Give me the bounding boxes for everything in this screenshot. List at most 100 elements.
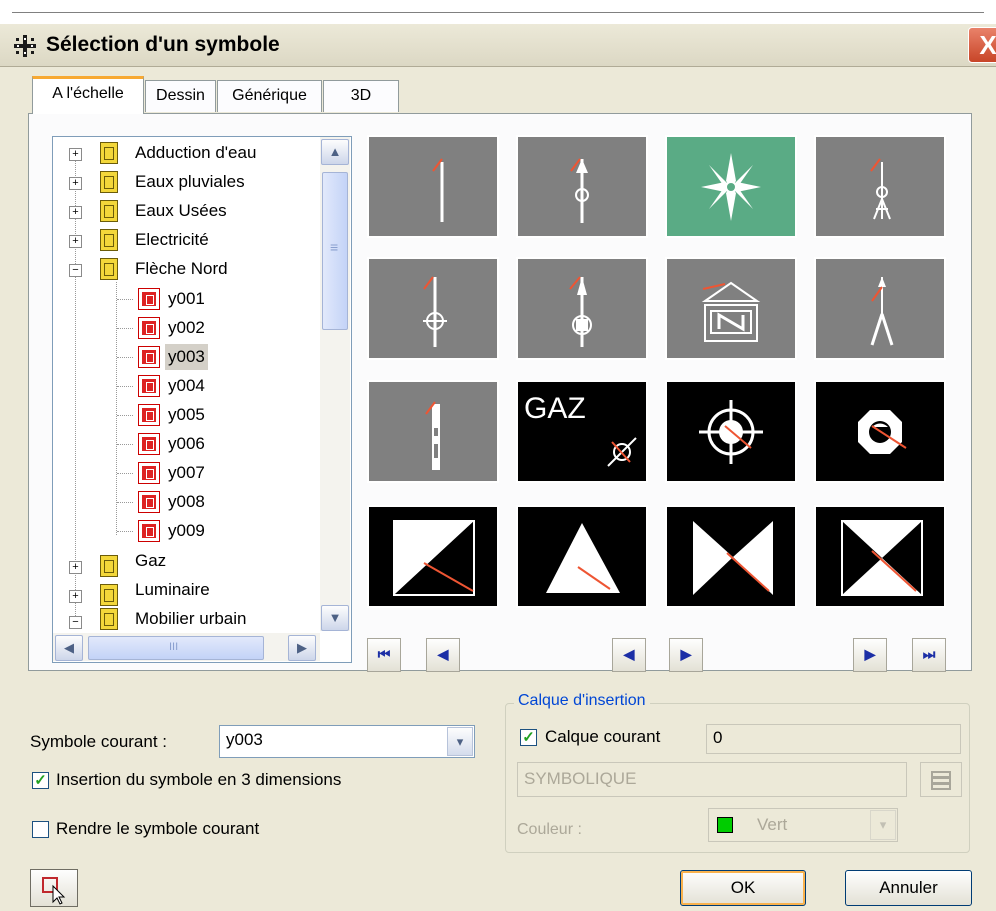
horizontal-scroll-thumb[interactable]: III (88, 636, 264, 660)
tree-node-y004[interactable]: y004 (168, 373, 205, 399)
scroll-down-button[interactable]: ▼ (321, 605, 349, 631)
folder-icon (100, 171, 118, 193)
previous-page-button[interactable]: ◀ (426, 638, 460, 672)
grip-icon: III (169, 641, 179, 653)
symbol-tile[interactable] (814, 505, 946, 608)
folder-icon (100, 142, 118, 164)
tree-node-y006[interactable]: y006 (168, 431, 205, 457)
color-swatch (717, 817, 733, 833)
symbol-tile[interactable] (516, 257, 648, 360)
expand-icon[interactable]: + (69, 177, 82, 190)
layer-name-value: SYMBOLIQUE (524, 769, 637, 788)
tree-connector (117, 415, 133, 416)
tree-node-mobilier-urbain[interactable]: Mobilier urbain (135, 606, 247, 632)
tree-connector (117, 473, 133, 474)
current-symbol-dropdown-button[interactable]: ▾ (447, 727, 473, 756)
expand-icon[interactable]: + (69, 561, 82, 574)
tab-a-l-echelle[interactable]: A l'échelle (32, 76, 144, 114)
tree-node-eaux-usees[interactable]: Eaux Usées (135, 198, 227, 224)
ok-button[interactable]: OK (680, 870, 806, 906)
tree-node-y002[interactable]: y002 (168, 315, 205, 341)
tab-3d[interactable]: 3D (323, 80, 399, 112)
next-page-button[interactable]: ▶ (853, 638, 887, 672)
window-title: Sélection d'un symbole (46, 33, 280, 56)
tree-node-adduction-d-eau[interactable]: Adduction d'eau (135, 140, 256, 166)
tree-node-y005[interactable]: y005 (168, 402, 205, 428)
expand-icon[interactable]: + (69, 148, 82, 161)
last-page-button[interactable]: ⏭ (912, 638, 946, 672)
current-symbol-combo[interactable]: y003 (219, 725, 475, 758)
current-layer-value: 0 (713, 728, 723, 747)
tab-generique[interactable]: Générique (217, 80, 322, 112)
color-value: Vert (757, 815, 788, 834)
symbol-tile[interactable] (367, 135, 499, 238)
tree-connector (75, 158, 76, 628)
symbol-tile[interactable]: GAZ (516, 380, 648, 483)
symbol-tile[interactable] (814, 380, 946, 483)
pick-cursor-icon (42, 877, 66, 905)
collapse-icon[interactable]: − (69, 264, 82, 277)
tree-node-fleche-nord[interactable]: Flèche Nord (135, 256, 228, 282)
tree-connector (117, 299, 133, 300)
folder-icon (100, 229, 118, 251)
symbol-tile[interactable] (665, 505, 797, 608)
next-symbol-button[interactable]: ▶ (669, 638, 703, 672)
cancel-button[interactable]: Annuler (845, 870, 972, 906)
symbol-tile[interactable] (516, 135, 648, 238)
first-page-button[interactable]: ⏮ (367, 638, 401, 672)
tree-connector (117, 531, 133, 532)
expand-icon[interactable]: + (69, 206, 82, 219)
tree-node-y008[interactable]: y008 (168, 489, 205, 515)
tree-connector (117, 444, 133, 445)
symbol-tile[interactable] (367, 380, 499, 483)
expand-icon[interactable]: + (69, 235, 82, 248)
current-symbol-value: y003 (226, 730, 263, 749)
expand-icon[interactable]: + (69, 590, 82, 603)
current-layer-label: Calque courant (545, 727, 661, 746)
scroll-right-button[interactable]: ▶ (288, 635, 316, 661)
folder-open-icon (100, 608, 118, 630)
layers-icon (931, 771, 951, 790)
scroll-up-button[interactable]: ▲ (321, 139, 349, 165)
symbol-icon (138, 288, 160, 310)
insert-3d-checkbox[interactable]: ✓ (32, 772, 49, 789)
symbol-tile[interactable] (516, 505, 648, 608)
scroll-left-button[interactable]: ◀ (55, 635, 83, 661)
symbol-tile[interactable] (367, 257, 499, 360)
symbol-icon (138, 404, 160, 426)
current-symbol-label: Symbole courant : (30, 732, 168, 751)
tree-node-gaz[interactable]: Gaz (135, 548, 166, 574)
tree-node-electricite[interactable]: Electricité (135, 227, 209, 253)
tab-dessin[interactable]: Dessin (145, 80, 216, 112)
make-current-label: Rendre le symbole courant (56, 819, 260, 838)
folder-icon (100, 555, 118, 577)
tree-node-luminaire[interactable]: Luminaire (135, 577, 210, 603)
tree-node-y003-selected[interactable]: y003 (165, 344, 208, 370)
tree-connector (117, 328, 133, 329)
symbol-icon (138, 375, 160, 397)
layer-name-field: SYMBOLIQUE (517, 762, 907, 797)
scroll-thumb[interactable]: ≡ (322, 172, 348, 330)
pick-in-drawing-button[interactable] (30, 869, 78, 907)
previous-symbol-button[interactable]: ◀ (612, 638, 646, 672)
title-bar: Sélection d'un symbole (0, 24, 996, 67)
symbol-tile[interactable] (665, 257, 797, 360)
symbol-icon (138, 346, 160, 368)
make-current-checkbox[interactable] (32, 821, 49, 838)
symbol-tile[interactable] (367, 505, 499, 608)
folder-open-icon (100, 258, 118, 280)
symbol-tile[interactable] (665, 380, 797, 483)
close-button[interactable]: X (968, 27, 996, 63)
current-layer-checkbox[interactable]: ✓ (520, 729, 537, 746)
symbol-icon (138, 520, 160, 542)
tree-node-y001[interactable]: y001 (168, 286, 205, 312)
layer-group-title: Calque d'insertion (514, 692, 650, 710)
symbol-tile[interactable] (814, 257, 946, 360)
tree-node-y007[interactable]: y007 (168, 460, 205, 486)
collapse-icon[interactable]: − (69, 616, 82, 629)
tree-node-eaux-pluviales[interactable]: Eaux pluviales (135, 169, 245, 195)
symbol-tile-selected[interactable] (665, 135, 797, 238)
symbol-tile[interactable] (814, 135, 946, 238)
layer-picker-button (920, 762, 962, 797)
tree-node-y009[interactable]: y009 (168, 518, 205, 544)
